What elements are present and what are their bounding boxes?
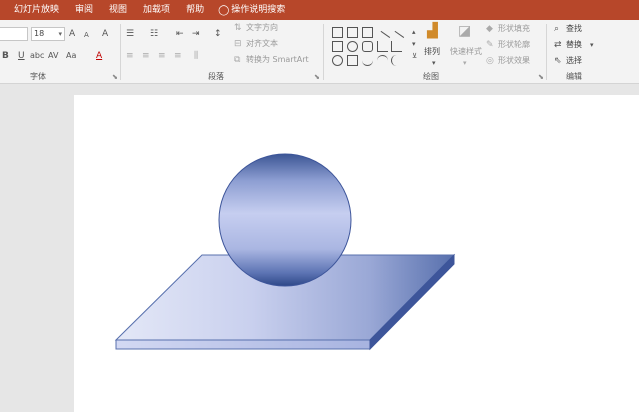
shape-effects-icon: ◎ <box>486 56 494 66</box>
shape-fill-icon: ◆ <box>486 24 493 34</box>
tab-help[interactable]: 帮助 <box>178 0 212 20</box>
smartart-icon: ⧉ <box>234 55 241 65</box>
shape-effects-button[interactable]: 形状效果 <box>498 55 530 67</box>
align-right-icon[interactable]: ≡ <box>158 50 166 62</box>
ribbon: 18 ▾ A A A B U I abc AV Aa A 字体 ⬊ ☰ ☷ ⇤ … <box>0 20 639 84</box>
font-group-label: 字体 <box>30 72 46 81</box>
paragraph-group-label: 段落 <box>208 72 224 81</box>
drawing-dialog-launcher-icon[interactable]: ⬊ <box>538 73 544 81</box>
find-icon: ⌕ <box>554 24 560 34</box>
chevron-down-icon: ▾ <box>58 30 62 38</box>
align-text-icon: ⊟ <box>234 39 242 49</box>
font-name-box[interactable] <box>0 27 28 41</box>
text-direction-icon: ⇅ <box>234 23 242 33</box>
quick-styles-icon: ◪ <box>458 23 472 39</box>
brace-shape-icon[interactable] <box>391 55 402 66</box>
font-size-box[interactable]: 18 ▾ <box>31 27 65 41</box>
slide-editor-canvas <box>0 84 639 412</box>
replace-button[interactable]: 替换 <box>566 39 582 51</box>
select-button[interactable]: 选择 <box>566 55 582 67</box>
sphere-shape[interactable] <box>218 153 352 287</box>
numbering-icon[interactable]: ☷ <box>150 28 158 40</box>
text-direction-button[interactable]: 文字方向 <box>246 22 278 34</box>
tab-view[interactable]: 视图 <box>101 0 135 20</box>
gallery-more-icon[interactable]: ⊻ <box>412 50 417 62</box>
elbow-arrow-shape-icon[interactable] <box>391 41 402 52</box>
rounded-rect-shape-icon[interactable] <box>362 41 373 52</box>
shape-outline-button[interactable]: 形状轮廓 <box>498 39 530 51</box>
decrease-indent-icon[interactable]: ⇤ <box>176 28 184 40</box>
grow-font-button[interactable]: A <box>69 28 75 40</box>
shapes-gallery[interactable] <box>330 25 410 67</box>
chevron-shape-icon[interactable] <box>347 55 358 66</box>
shape-fill-button[interactable]: 形状填充 <box>498 23 530 35</box>
convert-smartart-button[interactable]: 转换为 SmartArt <box>246 54 309 66</box>
pentagon-shape-icon[interactable] <box>332 55 343 66</box>
tab-slideshow[interactable]: 幻灯片放映 <box>0 0 67 20</box>
textbox-shape-icon[interactable] <box>332 27 343 38</box>
align-text-button[interactable]: 对齐文本 <box>246 38 278 50</box>
tab-review[interactable]: 审阅 <box>67 0 101 20</box>
shape-outline-icon: ✎ <box>486 40 494 50</box>
line-spacing-icon[interactable]: ↕ <box>214 28 222 40</box>
font-color-button[interactable]: A <box>96 50 102 62</box>
bullets-icon[interactable]: ☰ <box>126 28 134 40</box>
slide[interactable] <box>74 95 639 412</box>
oval-shape-icon[interactable] <box>347 41 358 52</box>
gallery-down-icon[interactable]: ▾ <box>412 38 416 50</box>
change-case-button[interactable]: Aa <box>66 50 76 62</box>
underline-button[interactable]: U <box>18 50 25 62</box>
ribbon-tab-bar: 幻灯片放映 审阅 视图 加载项 帮助 ◯ 操作说明搜索 <box>0 0 639 20</box>
gallery-up-icon[interactable]: ▴ <box>412 26 416 38</box>
arrange-icon: ▟ <box>427 23 438 39</box>
paragraph-dialog-launcher-icon[interactable]: ⬊ <box>314 73 320 81</box>
tell-me-search[interactable]: 操作说明搜索 <box>231 0 285 20</box>
replace-icon: ⇄ <box>554 40 562 50</box>
char-spacing-button[interactable]: AV <box>48 50 58 62</box>
font-dialog-launcher-icon[interactable]: ⬊ <box>112 73 118 81</box>
bold-button[interactable]: B <box>2 50 9 62</box>
increase-indent-icon[interactable]: ⇥ <box>192 28 200 40</box>
clear-format-button[interactable]: A <box>102 28 108 40</box>
chevron-down-icon: ▾ <box>432 59 436 67</box>
select-arrow-icon: ⇖ <box>554 56 562 66</box>
chevron-down-icon: ▾ <box>590 41 594 49</box>
table-textbox-shape-icon[interactable] <box>362 27 373 38</box>
elbow-connector-shape-icon[interactable] <box>377 41 388 52</box>
lightbulb-icon: ◯ <box>218 4 230 16</box>
columns-icon[interactable]: ⫼ <box>194 50 198 62</box>
curve-shape-icon[interactable] <box>362 55 373 66</box>
justify-icon[interactable]: ≡ <box>174 50 182 62</box>
arc-shape-icon[interactable] <box>377 55 388 66</box>
font-size-value: 18 <box>34 29 45 38</box>
align-left-icon[interactable]: ≡ <box>126 50 134 62</box>
shrink-font-button[interactable]: A <box>84 29 89 41</box>
vertical-textbox-shape-icon[interactable] <box>347 27 358 38</box>
editing-group-label: 编辑 <box>566 72 582 81</box>
align-center-icon[interactable]: ≡ <box>142 50 150 62</box>
find-button[interactable]: 查找 <box>566 23 582 35</box>
strikethrough-abc-button[interactable]: abc <box>30 50 44 62</box>
chevron-down-icon: ▾ <box>463 59 467 67</box>
drawing-group-label: 绘图 <box>423 72 439 81</box>
rectangle-shape-icon[interactable] <box>332 41 343 52</box>
slide-graphics <box>114 153 456 351</box>
tab-addins[interactable]: 加载项 <box>135 0 178 20</box>
